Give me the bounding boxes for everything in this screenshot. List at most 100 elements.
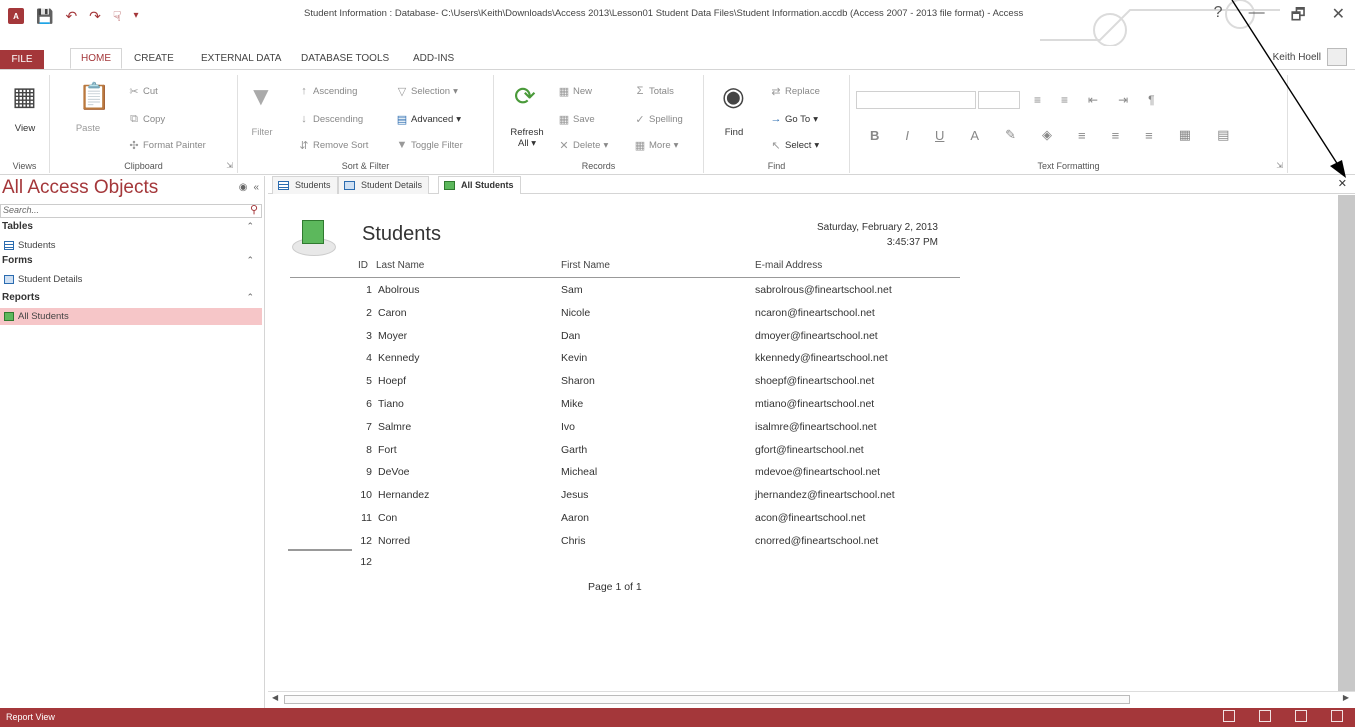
cell-id: 8 [366,443,372,456]
binoculars-icon[interactable]: ◉ [722,81,745,112]
avatar[interactable] [1327,48,1347,66]
collapse-icon[interactable]: ⌃ [246,255,254,266]
go-to-button[interactable]: → Go To ▾ [770,113,818,125]
tab-external-data[interactable]: EXTERNAL DATA [191,50,291,67]
vertical-scrollbar[interactable] [1338,195,1355,691]
nav-search-input[interactable]: Search... ⚲ [0,204,262,218]
align-left-icon[interactable]: ≡ [1078,128,1086,143]
view-button[interactable]: View [0,123,50,134]
remove-sort-button[interactable]: ⇵ Remove Sort [298,139,368,152]
collapse-icon[interactable]: ⌃ [246,221,254,232]
view-icon[interactable]: ▦ [12,81,37,112]
user-name[interactable]: Keith Hoell [1273,52,1321,63]
bold-button[interactable]: B [870,128,879,143]
doc-tab-student-details[interactable]: Student Details [338,176,430,194]
save-icon[interactable]: 💾 [36,9,53,23]
cell-id: 2 [366,306,372,319]
nav-title[interactable]: All Access Objects [2,177,158,199]
filter-icon[interactable]: ▼ [248,81,274,112]
font-color-button[interactable]: A [970,128,979,143]
close-button[interactable]: ✕ [1332,4,1345,31]
customize-qat-icon[interactable]: ▾ [133,9,138,23]
minimize-button[interactable]: — [1249,4,1265,31]
shutter-bar-icon[interactable]: « [253,182,259,193]
clipboard-launcher-icon[interactable]: ⇲ [226,161,233,170]
gridlines-icon[interactable]: ▤ [1217,127,1229,143]
save-record-button[interactable]: ▦ Save [558,113,595,126]
nav-section-reports[interactable]: Reports ⌃ [2,292,258,303]
nav-item-students[interactable]: Students [0,237,262,254]
redo-icon[interactable]: ↷ [89,9,101,23]
paragraph-direction-icon[interactable]: ¶ [1148,93,1154,107]
nav-section-tables[interactable]: Tables ⌃ [2,221,258,232]
text-formatting-launcher-icon[interactable]: ⇲ [1276,161,1283,170]
nav-item-all-students[interactable]: All Students [0,308,262,325]
report-view-icon[interactable] [1223,710,1235,722]
paste-icon[interactable]: 📋 [78,81,110,112]
table-row: 5 Hoepf Sharon shoepf@fineartschool.net [268,375,968,397]
refresh-all-button[interactable]: Refresh All ▾ [502,127,552,149]
font-name-dropdown[interactable] [856,91,976,109]
nav-menu-icon[interactable]: ◉ [239,182,248,193]
doc-tab-all-students[interactable]: All Students [438,176,521,194]
italic-button[interactable]: I [905,128,909,143]
increase-indent-icon[interactable]: ⇥ [1118,93,1128,107]
copy-icon: ⧉ [130,113,138,125]
help-button[interactable]: ? [1214,4,1223,31]
align-center-icon[interactable]: ≡ [1112,128,1120,143]
nav-section-forms[interactable]: Forms ⌃ [2,255,258,266]
descending-button[interactable]: ↓ Descending [298,113,363,125]
print-preview-icon[interactable] [1259,710,1271,722]
refresh-icon[interactable]: ⟳ [514,81,536,112]
selection-button[interactable]: ▽ Selection ▾ [396,85,458,98]
spelling-button[interactable]: ✓ Spelling [634,113,682,126]
bullets-icon[interactable]: ≡ [1034,93,1041,107]
tab-create[interactable]: CREATE [124,50,184,67]
advanced-button[interactable]: ▤ Advanced ▾ [396,113,461,126]
cell-first: Ivo [561,420,576,433]
tab-file[interactable]: FILE [0,50,44,69]
touch-mode-icon[interactable]: ☟ [113,9,122,23]
ascending-button[interactable]: ↑ Ascending [298,85,357,97]
more-icon: ▦ [634,140,646,152]
scroll-thumb[interactable] [284,695,1130,704]
format-painter-button[interactable]: ✣ Format Painter [128,139,205,152]
decrease-indent-icon[interactable]: ⇤ [1088,93,1098,107]
doc-tab-students[interactable]: Students [272,176,338,194]
tab-database-tools[interactable]: DATABASE TOOLS [291,50,399,67]
cut-button[interactable]: ✂ Cut [128,85,157,98]
tab-home[interactable]: HOME [70,48,122,69]
find-button[interactable]: Find [714,127,754,138]
nav-item-student-details[interactable]: Student Details [0,271,262,288]
replace-button[interactable]: ⇄ Replace [770,85,819,98]
design-view-icon[interactable] [1331,710,1343,722]
filter-button[interactable]: Filter [242,127,282,138]
highlight-icon[interactable]: ✎ [1005,127,1016,143]
paste-button[interactable]: Paste [68,123,108,134]
font-size-dropdown[interactable] [978,91,1020,109]
scroll-right-icon[interactable]: ▶ [1343,693,1349,702]
restore-button[interactable]: 🗗 [1291,4,1306,31]
background-image-icon[interactable]: ▦ [1179,127,1191,143]
numbering-icon[interactable]: ≡ [1061,93,1068,107]
select-button[interactable]: ↖ Select ▾ [770,139,819,152]
delete-record-button[interactable]: ✕ Delete ▾ [558,139,608,152]
totals-button[interactable]: Σ Totals [634,85,674,97]
scroll-left-icon[interactable]: ◀ [272,693,278,702]
underline-button[interactable]: U [935,128,944,143]
horizontal-scrollbar[interactable]: ◀ ▶ [268,691,1355,707]
more-button[interactable]: ▦ More ▾ [634,139,679,152]
new-record-button[interactable]: ▦ New [558,85,592,98]
toggle-filter-button[interactable]: ▼ Toggle Filter [396,139,463,151]
align-right-icon[interactable]: ≡ [1145,128,1153,143]
tab-add-ins[interactable]: ADD-INS [403,50,464,67]
sort-descending-icon: ↓ [301,113,307,125]
fill-color-icon[interactable]: ◈ [1042,127,1052,143]
access-logo-icon[interactable]: A [8,8,24,24]
layout-view-icon[interactable] [1295,710,1307,722]
undo-icon[interactable]: ↶ [65,9,77,23]
collapse-icon[interactable]: ⌃ [246,292,254,303]
search-icon[interactable]: ⚲ [250,203,258,216]
copy-button[interactable]: ⧉ Copy [128,113,165,126]
close-document-icon[interactable]: ✕ [1338,177,1347,190]
